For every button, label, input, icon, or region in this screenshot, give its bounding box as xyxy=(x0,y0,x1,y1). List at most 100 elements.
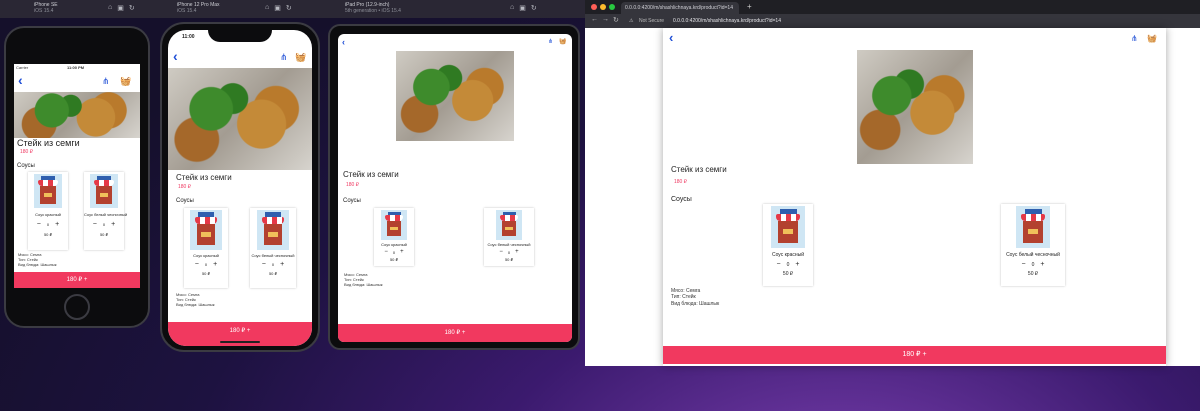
share-icon[interactable]: ⋔ xyxy=(1131,34,1138,43)
minimize-window-button[interactable] xyxy=(600,4,606,10)
status-carrier: Carrier xyxy=(16,65,29,70)
maximize-window-button[interactable] xyxy=(609,4,615,10)
screenshot-icon[interactable]: ▣ xyxy=(274,4,281,12)
increment-button[interactable]: + xyxy=(55,221,59,228)
increment-button[interactable]: + xyxy=(111,221,115,228)
screenshot-icon[interactable]: ▣ xyxy=(117,4,124,12)
cart-icon[interactable]: 🧺 xyxy=(295,52,306,63)
new-tab-button[interactable]: + xyxy=(747,2,752,11)
increment-button[interactable]: + xyxy=(213,261,217,268)
decrement-button[interactable]: − xyxy=(1022,261,1026,268)
decrement-button[interactable]: − xyxy=(93,221,97,228)
sauce-price: 50 ₽ xyxy=(389,257,399,262)
home-icon[interactable]: ⌂ xyxy=(510,4,514,12)
sauces-heading: Соусы xyxy=(671,196,692,203)
meta-line: Вид блюда: Шашлык xyxy=(344,282,383,287)
quantity-value: 0 xyxy=(102,222,106,227)
back-icon[interactable]: ‹ xyxy=(669,30,673,45)
close-window-button[interactable] xyxy=(591,4,597,10)
quantity-value: 0 xyxy=(46,222,50,227)
increment-button[interactable]: + xyxy=(280,261,284,268)
plus-icon: + xyxy=(922,351,927,358)
cta-price: 180 ₽ xyxy=(66,277,83,283)
reload-icon[interactable]: ↻ xyxy=(613,16,619,24)
increment-button[interactable]: + xyxy=(400,249,404,255)
sauce-card[interactable]: Соус красный − 0 + 50 ₽ xyxy=(374,208,414,266)
product-meta: Мясо: Семга Тип: Стейк Вид блюда: Шашлык xyxy=(176,292,215,307)
sauce-price: 50 ₽ xyxy=(43,232,53,237)
decrement-button[interactable]: − xyxy=(195,261,199,268)
back-icon[interactable]: ‹ xyxy=(18,72,23,88)
store-icon xyxy=(34,174,62,208)
product-image xyxy=(14,92,140,138)
cart-icon[interactable]: 🧺 xyxy=(1147,34,1157,43)
quantity-value: 0 xyxy=(392,249,396,255)
plus-icon: + xyxy=(461,330,466,336)
cart-icon[interactable]: 🧺 xyxy=(120,76,131,87)
sauce-card[interactable]: Соус белый чесночный − 0 + 50 ₽ xyxy=(484,208,534,266)
sauce-card[interactable]: Соус красный − 0 + 50 ₽ xyxy=(184,208,228,288)
increment-button[interactable]: + xyxy=(795,261,799,268)
add-to-cart-button[interactable]: 180 ₽ + xyxy=(14,272,140,288)
sauce-name: Соус красный xyxy=(193,253,219,258)
share-icon[interactable]: ⋔ xyxy=(280,52,288,63)
sauce-card[interactable]: Соус белый чесночный − 0 + 50 ₽ xyxy=(84,172,127,250)
rotate-icon[interactable]: ↻ xyxy=(129,4,135,12)
product-meta: Мясо: Семга Тип: Стейк Вид блюда: Шашлык xyxy=(344,272,383,287)
decrement-button[interactable]: − xyxy=(384,249,388,255)
sauce-name: Соус белый чесночный xyxy=(487,242,531,247)
browser-tab[interactable]: 0.0.0.0:4200/m/shashlichnaya.krd/product… xyxy=(621,2,739,14)
sim-label-iphone-12: iPhone 12 Pro Max iOS 15.4 xyxy=(177,2,220,14)
product-meta: Мясо: Семга Тип: Стейк Вид блюда: Шашлык xyxy=(671,288,719,307)
increment-button[interactable]: + xyxy=(1040,261,1044,268)
home-icon[interactable]: ⌂ xyxy=(108,4,112,12)
sauce-card[interactable]: Соус красный − 0 + 50 ₽ xyxy=(28,172,68,250)
decrement-button[interactable]: − xyxy=(37,221,41,228)
add-to-cart-button[interactable]: 180 ₽ + xyxy=(663,346,1166,364)
sim-icons-se: ⌂ ▣ ↻ xyxy=(108,4,135,12)
meta-line: Вид блюда: Шашлык xyxy=(671,300,720,307)
add-to-cart-button[interactable]: 180 ₽ + xyxy=(338,324,572,342)
ipad-screen: ‹ ⋔ 🧺 Стейк из семги 180 ₽ Соусы Соус кр… xyxy=(338,34,572,342)
home-button[interactable] xyxy=(64,294,90,320)
sauces-heading: Соусы xyxy=(17,163,35,169)
quantity-value: 0 xyxy=(271,262,275,267)
sauces-heading: Соусы xyxy=(343,198,361,204)
back-icon[interactable]: ‹ xyxy=(173,48,178,64)
sauce-name: Соус белый чесночный xyxy=(1006,252,1060,258)
cart-icon[interactable]: 🧺 xyxy=(559,38,566,45)
share-icon[interactable]: ⋔ xyxy=(102,76,110,87)
browser-page: ‹ ⋔ 🧺 Стейк из семги 180 ₽ Соусы Соус кр… xyxy=(585,28,1200,366)
rotate-icon[interactable]: ↻ xyxy=(531,4,537,12)
store-icon xyxy=(257,210,289,250)
decrement-button[interactable]: − xyxy=(499,249,503,255)
product-image xyxy=(857,50,973,164)
store-icon xyxy=(90,174,118,208)
forward-arrow-icon[interactable]: → xyxy=(602,16,609,23)
product-title: Стейк из семги xyxy=(17,138,80,148)
sauce-price: 50 ₽ xyxy=(504,257,514,262)
meta-line: Вид блюда: Шашлык xyxy=(18,262,57,267)
browser-titlebar: 0.0.0.0:4200/m/shashlichnaya.krd/product… xyxy=(585,0,1200,14)
product-title: Стейк из семги xyxy=(671,165,727,174)
home-indicator[interactable] xyxy=(220,341,260,343)
screenshot-icon[interactable]: ▣ xyxy=(519,4,526,12)
share-icon[interactable]: ⋔ xyxy=(548,38,553,45)
sauce-card[interactable]: Соус белый чесночный − 0 + 50 ₽ xyxy=(250,208,296,288)
increment-button[interactable]: + xyxy=(515,249,519,255)
decrement-button[interactable]: − xyxy=(262,261,266,268)
page-content: ‹ ⋔ 🧺 Стейк из семги 180 ₽ Соусы Соус кр… xyxy=(663,28,1166,366)
back-icon[interactable]: ‹ xyxy=(342,37,345,47)
decrement-button[interactable]: − xyxy=(777,261,781,268)
simulator-toolbar: iPhone SE iOS 15.4 ⌂ ▣ ↻ iPhone 12 Pro Max… xyxy=(0,0,585,18)
back-arrow-icon[interactable]: ← xyxy=(591,16,598,23)
product-title: Стейк из семги xyxy=(343,170,399,179)
store-icon xyxy=(496,210,522,240)
url-input[interactable]: 0.0.0.0:4200/m/shashlichnaya.krd/product… xyxy=(673,18,781,24)
home-icon[interactable]: ⌂ xyxy=(265,4,269,12)
sauces-heading: Соусы xyxy=(176,198,194,204)
sauce-card[interactable]: Соус красный − 0 + 50 ₽ xyxy=(763,204,813,286)
sauce-card[interactable]: Соус белый чесночный − 0 + 50 ₽ xyxy=(1001,204,1065,286)
rotate-icon[interactable]: ↻ xyxy=(286,4,292,12)
sim-icons-ipad: ⌂ ▣ ↻ xyxy=(510,4,537,12)
